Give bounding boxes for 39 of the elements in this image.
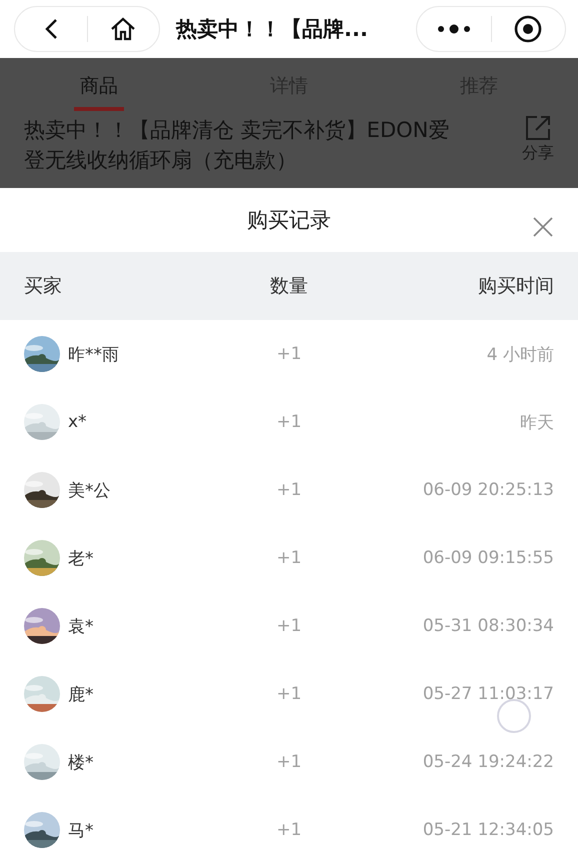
quantity-cell-text: +1 [275, 820, 303, 840]
share-icon [525, 115, 551, 141]
time-cell-text: 4 小时前 [486, 344, 554, 366]
target-icon [514, 15, 542, 43]
buyer-name: 袁* [68, 616, 94, 638]
close-icon [532, 216, 554, 238]
buyer-name: 老* [68, 548, 94, 570]
quantity-cell-text: +1 [275, 684, 303, 704]
quantity-cell-text: +1 [275, 548, 303, 568]
buyer-name: 鹿* [68, 684, 94, 706]
product-title: 热卖中！！【品牌清仓 卖完不补货】EDON爱登无线收纳循环扇（充电款） [24, 117, 450, 174]
quantity-cell-text: +1 [275, 616, 303, 636]
tab[interactable]: 商品 [74, 72, 124, 111]
time-cell-text: 05-31 08:30:34 [422, 616, 554, 636]
sheet-title: 购买记录 [247, 207, 331, 234]
time-cell-text: 昨天 [519, 412, 554, 434]
page-title: 热卖中！！【品牌... [176, 16, 368, 43]
back-icon [44, 18, 58, 40]
quantity-cell-text: +1 [275, 480, 303, 500]
time-cell-text: 06-09 20:25:13 [422, 480, 554, 500]
column-header: 买家 [24, 274, 63, 299]
column-header: 数量 [269, 274, 309, 299]
quantity-cell-text: +1 [275, 344, 303, 364]
time-cell-text: 05-24 19:24:22 [422, 752, 554, 772]
quantity-cell-text: +1 [275, 752, 303, 772]
buyer-name: 美*公 [68, 480, 110, 502]
home-icon [110, 17, 136, 41]
time-cell-text: 05-27 11:03:17 [422, 684, 554, 704]
quantity-cell-text: +1 [275, 412, 303, 432]
time-cell-text: 06-09 09:15:55 [422, 548, 554, 568]
buyer-name: 楼* [68, 752, 94, 774]
loading-spinner-icon [496, 698, 532, 734]
column-header: 购买时间 [477, 274, 554, 299]
buyer-name: 马* [68, 820, 94, 842]
more-icon [436, 24, 471, 34]
close-button[interactable] [532, 216, 554, 238]
buyer-name: 昨**雨 [68, 344, 119, 366]
buyer-name: x* [68, 412, 87, 432]
time-cell-text: 05-21 12:34:05 [422, 820, 554, 840]
